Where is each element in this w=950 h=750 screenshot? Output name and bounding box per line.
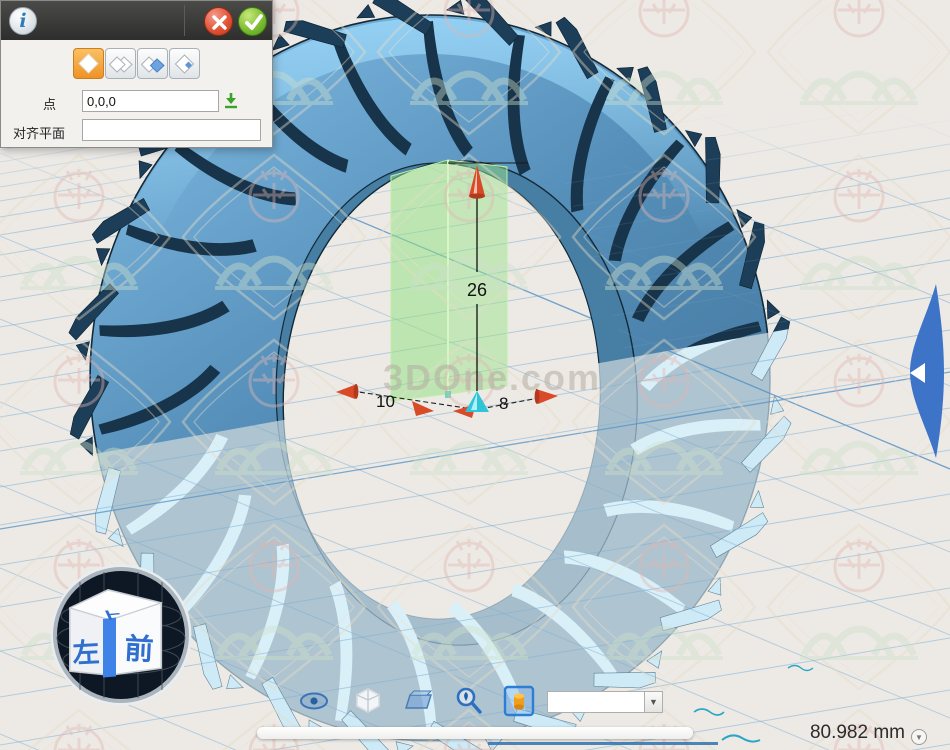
mode-diamond-single-button[interactable]: [73, 48, 104, 79]
info-icon[interactable]: i: [9, 7, 37, 35]
align-plane-input[interactable]: [82, 119, 261, 141]
diamond-dot-icon: [170, 49, 199, 78]
section-plane-icon[interactable]: [404, 690, 434, 712]
diamond-blue-pair-icon: [138, 49, 167, 78]
diamond-single-icon: [74, 49, 103, 78]
point-input-dialog: i: [0, 0, 273, 148]
close-icon: [205, 8, 234, 37]
point-label: 点: [43, 94, 56, 113]
horizontal-scrollbar[interactable]: [257, 727, 693, 739]
dim-height-label[interactable]: 26: [467, 280, 487, 300]
mode-diamond-pair-button[interactable]: [105, 48, 136, 79]
toolbar-dropdown[interactable]: [547, 691, 645, 713]
navcube-left-label[interactable]: 左: [72, 637, 101, 668]
point-mode-toggle-group: [73, 48, 200, 79]
watermark-text: 3DOne.com: [383, 357, 601, 398]
diamond-pair-icon: [106, 49, 135, 78]
measurement-expand-button[interactable]: ▼: [911, 729, 927, 745]
align-plane-label: 对齐平面: [13, 123, 65, 142]
dim-right-label[interactable]: 8: [499, 394, 508, 413]
view-navigation-cube[interactable]: 左 前 上: [42, 558, 202, 718]
mode-diamond-dot-button[interactable]: [169, 48, 200, 79]
chevron-down-icon: ▼: [915, 733, 923, 742]
dim-left-label[interactable]: 10: [376, 392, 395, 411]
chevron-down-icon: ▼: [649, 697, 658, 707]
navcube-highlight-edge[interactable]: [103, 618, 116, 678]
primitive-tool-icon[interactable]: [503, 685, 535, 717]
wire-cube-icon[interactable]: [355, 687, 381, 714]
dropdown-arrow-button[interactable]: ▼: [644, 691, 663, 713]
dialog-titlebar[interactable]: i: [1, 1, 272, 40]
mode-diamond-blue-pair-button[interactable]: [137, 48, 168, 79]
check-icon: [239, 8, 268, 37]
zoom-glass-icon[interactable]: [454, 686, 482, 716]
pick-point-import-icon[interactable]: [222, 91, 240, 109]
cancel-button[interactable]: [204, 7, 233, 36]
navcube-front-label[interactable]: 前: [124, 631, 155, 666]
measurement-readout: 80.982 mm: [780, 722, 905, 744]
point-input[interactable]: [82, 90, 219, 112]
titlebar-divider: [184, 5, 185, 36]
confirm-button[interactable]: [238, 7, 267, 36]
eye-icon[interactable]: [299, 690, 329, 712]
